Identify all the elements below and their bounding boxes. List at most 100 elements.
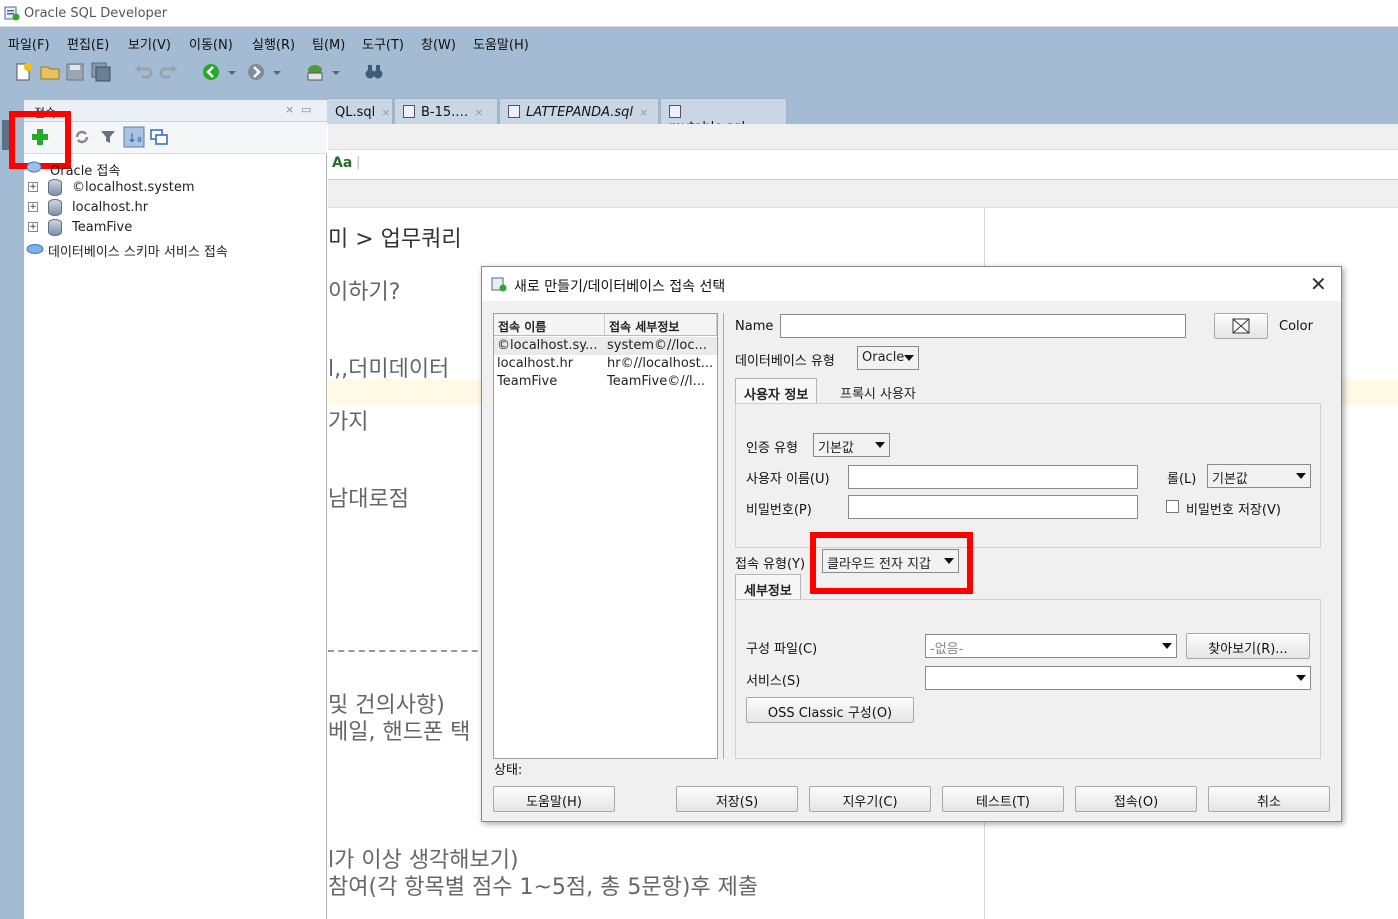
editor-line: l,,더미데이터 <box>328 357 450 382</box>
splitter[interactable] <box>723 313 729 759</box>
list-item-detail[interactable]: hr©//localhost... <box>607 356 715 371</box>
back-dropdown-icon[interactable] <box>225 61 239 83</box>
tree-label: ©localhost.system <box>72 180 195 195</box>
tree-item-teamfive[interactable]: + TeamFive <box>24 218 327 238</box>
column-header-name[interactable]: 접속 이름 <box>494 314 605 336</box>
tree-label: Oracle 접속 <box>50 164 121 179</box>
oss-classic-button[interactable]: OSS Classic 구성(O) <box>746 697 914 723</box>
left-dock-strip <box>0 90 24 919</box>
role-select[interactable]: 기본값 <box>1207 464 1311 488</box>
expand-icon[interactable]: + <box>28 182 38 192</box>
tab-mytable-sql[interactable]: mytable.sql× <box>660 98 787 135</box>
connection-list: 접속 이름 접속 세부정보 ©localhost.sy... system©//… <box>493 313 718 759</box>
back-icon[interactable] <box>200 61 222 83</box>
binoculars-icon[interactable] <box>363 61 385 83</box>
expand-icon[interactable]: + <box>28 202 38 212</box>
dialog-title: 새로 만들기/데이터베이스 접속 선택 <box>514 279 726 295</box>
menu-tools[interactable]: 도구(T) <box>362 34 404 53</box>
database-icon <box>48 199 62 216</box>
save-icon[interactable] <box>64 61 86 83</box>
save-password-checkbox[interactable] <box>1166 500 1179 513</box>
tab-close-icon[interactable]: × <box>381 106 390 119</box>
tab-proxy-user[interactable]: 프록시 사용자 <box>832 378 924 404</box>
menu-help[interactable]: 도움말(H) <box>473 34 529 53</box>
panel-close-icon[interactable]: × <box>285 103 294 116</box>
username-label: 사용자 이름(U) <box>746 472 830 487</box>
sql-dropdown-icon[interactable] <box>329 61 343 83</box>
clear-button[interactable]: 지우기(C) <box>809 786 931 812</box>
tree-item-localhost-system[interactable]: + ©localhost.system <box>24 178 327 198</box>
panel-restore-icon[interactable]: ▭ <box>301 103 311 116</box>
menu-edit[interactable]: 편집(E) <box>67 34 109 53</box>
open-folder-icon[interactable] <box>39 61 61 83</box>
sql-file-icon <box>508 105 520 118</box>
editor-line: 이하기? <box>328 280 401 305</box>
tab-ql-sql[interactable]: QL.sql × <box>326 98 393 124</box>
config-file-select[interactable]: -없음- <box>925 634 1177 658</box>
dashed-separator <box>328 650 488 652</box>
copy-connection-icon[interactable] <box>150 128 168 146</box>
schema-icon[interactable]: ↓₈ <box>123 126 145 148</box>
help-button[interactable]: 도움말(H) <box>493 786 615 812</box>
name-label: Name <box>735 319 774 334</box>
menu-navigate[interactable]: 이동(N) <box>189 34 233 53</box>
editor-line: 남대로점 <box>328 487 409 512</box>
tab-close-icon[interactable]: × <box>639 106 648 119</box>
tab-lattepanda-sql[interactable]: LATTEPANDA.sql × <box>499 98 659 124</box>
list-item-name[interactable]: localhost.hr <box>497 356 603 371</box>
username-input[interactable] <box>848 465 1138 489</box>
menu-file[interactable]: 파일(F) <box>8 34 50 53</box>
test-button[interactable]: 테스트(T) <box>942 786 1064 812</box>
refresh-icon[interactable] <box>73 128 91 146</box>
connect-button[interactable]: 접속(O) <box>1075 786 1197 812</box>
column-header-detail[interactable]: 접속 세부정보 <box>605 314 717 336</box>
password-label: 비밀번호(P) <box>746 503 812 518</box>
cancel-button[interactable]: 취소 <box>1208 786 1330 812</box>
tab-b-15[interactable]: B-15.… × <box>394 98 498 124</box>
forward-dropdown-icon[interactable] <box>270 61 284 83</box>
database-icon <box>48 219 62 236</box>
service-select[interactable] <box>925 666 1311 690</box>
tab-close-icon[interactable]: × <box>474 106 483 119</box>
list-item-name[interactable]: TeamFive <box>497 374 603 389</box>
tree-item-localhost-hr[interactable]: + localhost.hr <box>24 198 327 218</box>
save-button[interactable]: 저장(S) <box>676 786 798 812</box>
cloud-icon <box>26 244 44 254</box>
undo-icon[interactable] <box>132 61 154 83</box>
auth-type-select[interactable]: 기본값 <box>813 433 890 457</box>
tab-label: LATTEPANDA.sql <box>526 105 634 120</box>
service-label: 서비스(S) <box>746 674 801 689</box>
close-icon[interactable]: ✕ <box>1310 272 1327 296</box>
name-input[interactable] <box>780 314 1186 338</box>
sql-worksheet-icon[interactable] <box>304 61 326 83</box>
tree-root-oracle-connections[interactable]: Oracle 접속 <box>24 158 327 179</box>
color-button[interactable] <box>1214 313 1268 339</box>
font-case-icon[interactable]: Aa <box>332 155 352 171</box>
save-all-icon[interactable] <box>90 61 112 83</box>
expand-icon[interactable]: + <box>28 222 38 232</box>
menu-run[interactable]: 실행(R) <box>252 34 295 53</box>
password-input[interactable] <box>848 495 1138 519</box>
editor-line: 미 > 업무쿼리 <box>328 227 462 252</box>
redo-icon[interactable] <box>158 61 180 83</box>
window-title: Oracle SQL Developer <box>24 6 168 21</box>
menu-window[interactable]: 창(W) <box>421 34 456 53</box>
tree-item-schema-service[interactable]: 데이터베이스 스키마 서비스 접속 <box>24 239 327 260</box>
chevron-down-icon <box>1162 643 1172 649</box>
tab-details[interactable]: 세부정보 <box>735 574 801 600</box>
tree-label: localhost.hr <box>72 200 149 215</box>
chevron-down-icon <box>1296 675 1306 681</box>
list-item-detail[interactable]: system©//loc... <box>607 338 715 353</box>
chevron-down-icon <box>904 355 914 361</box>
browse-button[interactable]: 찾아보기(R)... <box>1186 633 1310 659</box>
list-item-name[interactable]: ©localhost.sy... <box>497 338 603 353</box>
db-type-select[interactable]: Oracle <box>857 346 919 370</box>
editor-line: 참여(각 항목별 점수 1~5점, 총 5문항)후 제출 <box>328 875 759 900</box>
list-item-detail[interactable]: TeamFive©//l... <box>607 374 715 389</box>
menu-team[interactable]: 팀(M) <box>312 34 345 53</box>
tab-user-info[interactable]: 사용자 정보 <box>735 378 818 404</box>
new-file-icon[interactable] <box>13 61 35 83</box>
menu-view[interactable]: 보기(V) <box>128 34 171 53</box>
forward-icon[interactable] <box>245 61 267 83</box>
filter-icon[interactable] <box>99 128 117 146</box>
